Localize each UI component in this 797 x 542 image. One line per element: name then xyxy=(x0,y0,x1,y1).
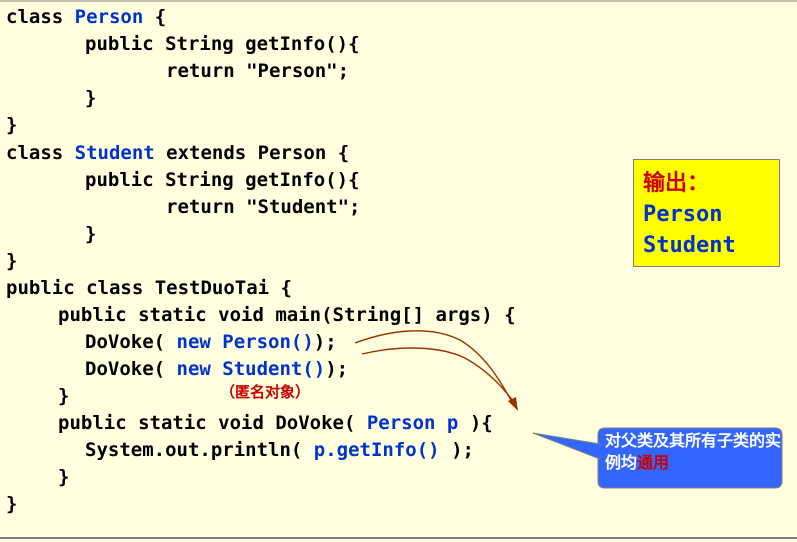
output-line-student: Student xyxy=(643,233,736,258)
code-line-9: } xyxy=(85,223,97,245)
code-line-16: public static void DoVoke( Person p ){ xyxy=(58,412,493,434)
code-line-4: } xyxy=(85,87,97,109)
arrow-person-to-p xyxy=(354,330,514,405)
callout-text-highlight: 通用 xyxy=(637,453,670,472)
code-line-7: public String getInfo(){ xyxy=(85,169,360,191)
code-line-13: DoVoke( new Person()); xyxy=(85,331,337,353)
callout-text-main: 对父类及其所有子类的实例均 xyxy=(605,431,782,472)
code-line-12: public static void main(String[] args) { xyxy=(58,304,516,326)
code-line-18: } xyxy=(58,466,70,488)
code-line-2: public String getInfo(){ xyxy=(85,33,360,55)
output-line-person: Person xyxy=(643,202,723,227)
slide: class Person { public String getInfo(){ … xyxy=(0,0,797,542)
code-line-3: return "Person"; xyxy=(166,60,350,82)
callout-pointer xyxy=(532,432,601,460)
code-line-5: } xyxy=(6,114,18,136)
code-line-6: class Student extends Person { xyxy=(6,142,350,164)
callout-text: 对父类及其所有子类的实例均通用 xyxy=(605,430,781,474)
output-box: 输出： Person Student xyxy=(633,159,780,267)
code-line-17: System.out.println( p.getInfo() ); xyxy=(85,439,474,461)
output-title: 输出： xyxy=(643,171,710,196)
code-line-14: DoVoke( new Student()); xyxy=(85,358,349,380)
code-line-11: public class TestDuoTai { xyxy=(6,277,292,299)
anonymous-object-note: （匿名对象） xyxy=(220,383,311,401)
arrow-head xyxy=(508,397,518,411)
code-line-1: class Person { xyxy=(6,6,167,28)
code-line-8: return "Student"; xyxy=(166,196,361,218)
arrow-student-to-p xyxy=(361,347,517,406)
code-line-10: } xyxy=(6,250,18,272)
code-line-19: } xyxy=(6,493,18,515)
code-line-15: } xyxy=(58,385,70,407)
